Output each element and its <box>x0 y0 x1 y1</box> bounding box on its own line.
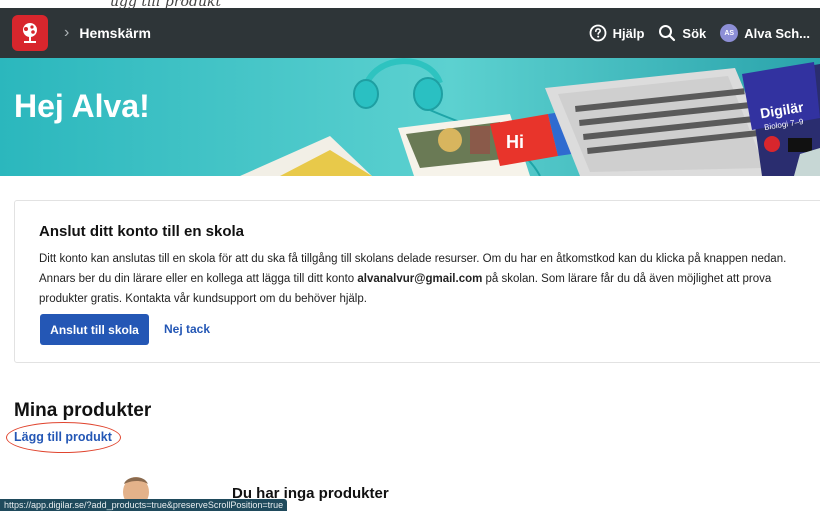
search-label: Sök <box>682 25 707 41</box>
breadcrumb-home[interactable]: Hemskärm <box>79 25 151 41</box>
hero-banner: Hi Hej Alva! Digilär Biologi 7–9 <box>0 58 820 176</box>
header-actions: Hjälp Sök AS Alva Sch... <box>589 24 810 42</box>
search-icon <box>659 25 676 42</box>
help-label: Hjälp <box>612 25 645 41</box>
account-email: alvanalvur@gmail.com <box>357 273 483 285</box>
user-name: Alva Sch... <box>744 25 810 41</box>
add-product-link[interactable]: Lägg till produkt <box>14 430 112 444</box>
card-title: Anslut ditt konto till en skola <box>39 223 245 240</box>
avatar: AS <box>720 24 739 42</box>
connect-school-button[interactable]: Anslut till skola <box>40 314 149 345</box>
no-thanks-button[interactable]: Nej tack <box>164 322 210 336</box>
card-description: Ditt konto kan anslutas till en skola fö… <box>39 249 809 309</box>
greeting-title: Hej Alva! <box>14 88 150 124</box>
hi-badge: Hi <box>506 132 524 152</box>
connect-school-card: Anslut ditt konto till en skola Ditt kon… <box>14 200 820 363</box>
link-preview-statusbar: https://app.digilar.se/?add_products=tru… <box>0 499 288 511</box>
cropped-heading-remnant: ugg till produkt <box>0 0 820 8</box>
help-icon <box>589 24 607 42</box>
search-button[interactable]: Sök <box>658 24 706 42</box>
top-navigation-bar: › Hemskärm Hjälp Sök AS Alva Sch... <box>0 8 820 58</box>
user-menu[interactable]: AS Alva Sch... <box>720 24 810 42</box>
digilar-logo-icon[interactable] <box>12 15 48 51</box>
chevron-right-icon: › <box>64 24 70 41</box>
my-products-heading: Mina produkter <box>14 400 152 421</box>
help-button[interactable]: Hjälp <box>589 24 645 42</box>
